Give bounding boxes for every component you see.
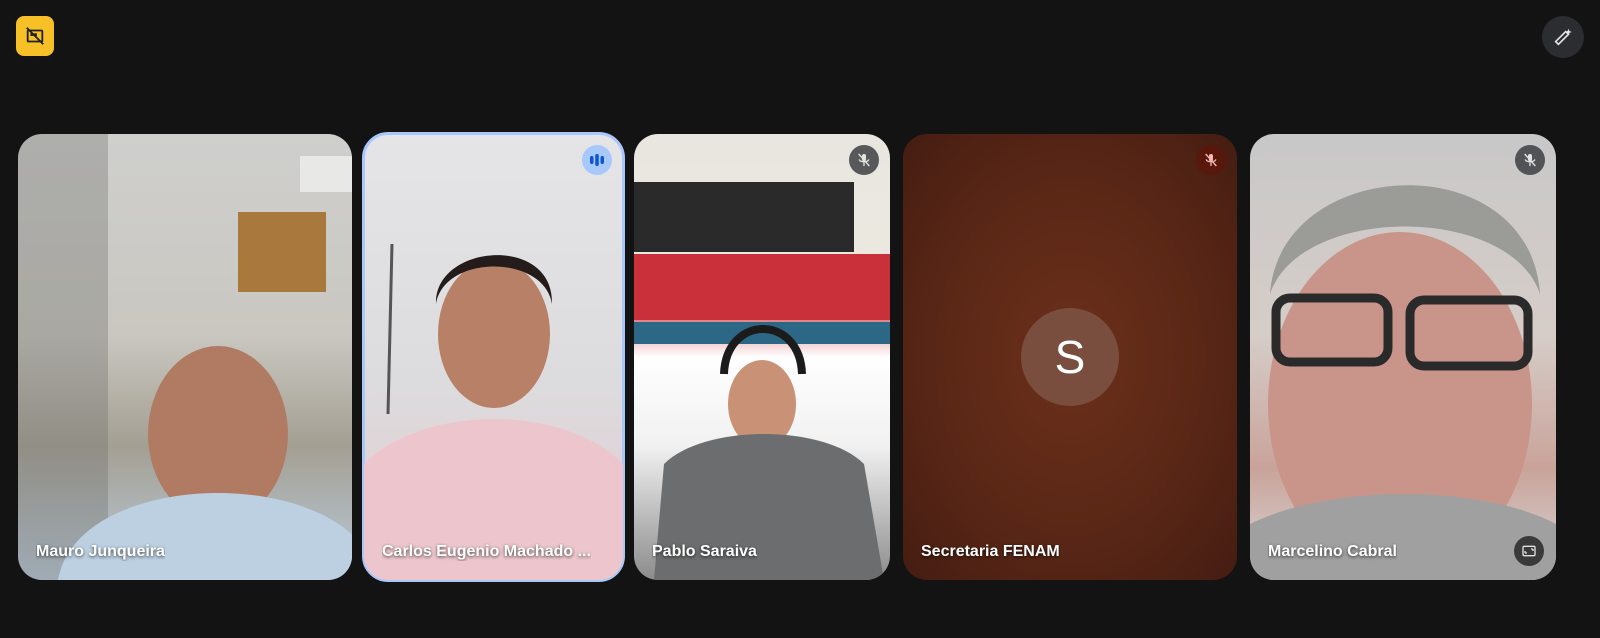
mic-off-icon bbox=[1203, 152, 1219, 168]
audio-level-icon bbox=[589, 153, 605, 167]
participant-name: Secretaria FENAM bbox=[921, 543, 1060, 560]
mic-muted-indicator bbox=[1196, 145, 1226, 175]
mic-muted-indicator bbox=[1515, 145, 1545, 175]
participant-tile-active-speaker[interactable]: Carlos Eugenio Machado ... bbox=[362, 132, 625, 582]
participant-name: Pablo Saraiva bbox=[652, 543, 757, 560]
participant-tile[interactable]: Pablo Saraiva bbox=[634, 134, 890, 580]
magic-pen-icon bbox=[1552, 26, 1574, 48]
participant-video bbox=[18, 134, 352, 580]
participant-video bbox=[1250, 185, 1556, 580]
participant-name: Mauro Junqueira bbox=[36, 543, 165, 560]
no-capture-icon bbox=[24, 25, 46, 47]
avatar: S bbox=[1021, 308, 1119, 406]
visual-effects-button[interactable] bbox=[1542, 16, 1584, 58]
participant-tile[interactable]: Marcelino Cabral bbox=[1250, 134, 1556, 580]
picture-in-picture-button[interactable] bbox=[1514, 536, 1544, 566]
mic-muted-indicator bbox=[849, 145, 879, 175]
mic-off-icon bbox=[856, 152, 872, 168]
participant-tile[interactable]: Mauro Junqueira bbox=[18, 134, 352, 580]
capture-disabled-button[interactable] bbox=[16, 16, 54, 56]
participant-name: Marcelino Cabral bbox=[1268, 543, 1397, 560]
participant-tile[interactable]: S Secretaria FENAM bbox=[903, 134, 1237, 580]
participant-name: Carlos Eugenio Machado ... bbox=[382, 543, 591, 560]
mic-off-icon bbox=[1522, 152, 1538, 168]
participant-video bbox=[364, 243, 623, 580]
participant-video bbox=[634, 182, 890, 580]
speaking-indicator bbox=[582, 145, 612, 175]
frame-icon bbox=[1521, 543, 1537, 559]
